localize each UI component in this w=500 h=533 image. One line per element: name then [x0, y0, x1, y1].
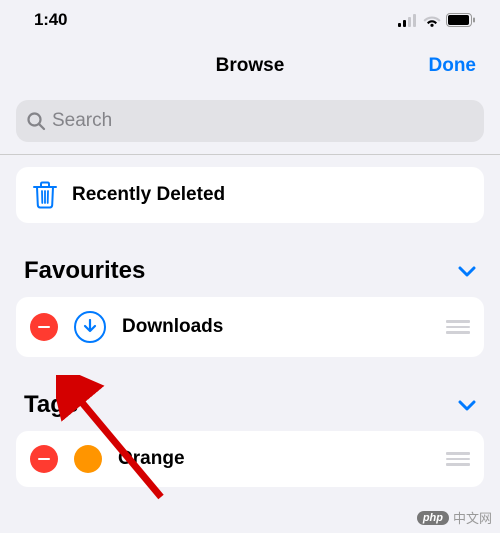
- done-button[interactable]: Done: [429, 55, 477, 77]
- downloads-icon: [74, 311, 106, 343]
- tags-title: Tags: [24, 391, 78, 419]
- tags-item-orange[interactable]: Orange: [16, 431, 484, 487]
- watermark-text: 中文网: [453, 508, 492, 527]
- trash-icon: [32, 181, 58, 209]
- favourites-title: Favourites: [24, 257, 145, 285]
- separator: [0, 154, 500, 155]
- chevron-down-icon: [458, 400, 476, 411]
- chevron-down-icon: [458, 266, 476, 277]
- minus-icon: [38, 458, 50, 461]
- favourites-item-downloads[interactable]: Downloads: [16, 297, 484, 357]
- tag-color-dot: [74, 445, 102, 473]
- battery-icon: [446, 13, 476, 27]
- tag-label: Orange: [118, 448, 185, 470]
- page-title: Browse: [216, 55, 285, 77]
- drag-handle[interactable]: [446, 452, 470, 466]
- drag-handle[interactable]: [446, 320, 470, 334]
- wifi-icon: [423, 14, 441, 27]
- recently-deleted-row[interactable]: Recently Deleted: [16, 167, 484, 223]
- search-placeholder: Search: [52, 110, 112, 132]
- search-field[interactable]: Search: [16, 100, 484, 142]
- favourites-header[interactable]: Favourites: [16, 223, 484, 297]
- status-bar: 1:40: [0, 0, 500, 40]
- cellular-icon: [398, 14, 418, 27]
- remove-button[interactable]: [30, 445, 58, 473]
- search-icon: [26, 111, 46, 131]
- downloads-label: Downloads: [122, 316, 223, 338]
- recently-deleted-label: Recently Deleted: [72, 184, 225, 206]
- tags-header[interactable]: Tags: [16, 357, 484, 431]
- remove-button[interactable]: [30, 313, 58, 341]
- watermark-badge: php: [417, 511, 449, 525]
- minus-icon: [38, 326, 50, 329]
- status-time: 1:40: [34, 10, 67, 30]
- status-indicators: [398, 13, 476, 27]
- watermark: php 中文网: [417, 508, 492, 527]
- nav-bar: Browse Done: [0, 40, 500, 92]
